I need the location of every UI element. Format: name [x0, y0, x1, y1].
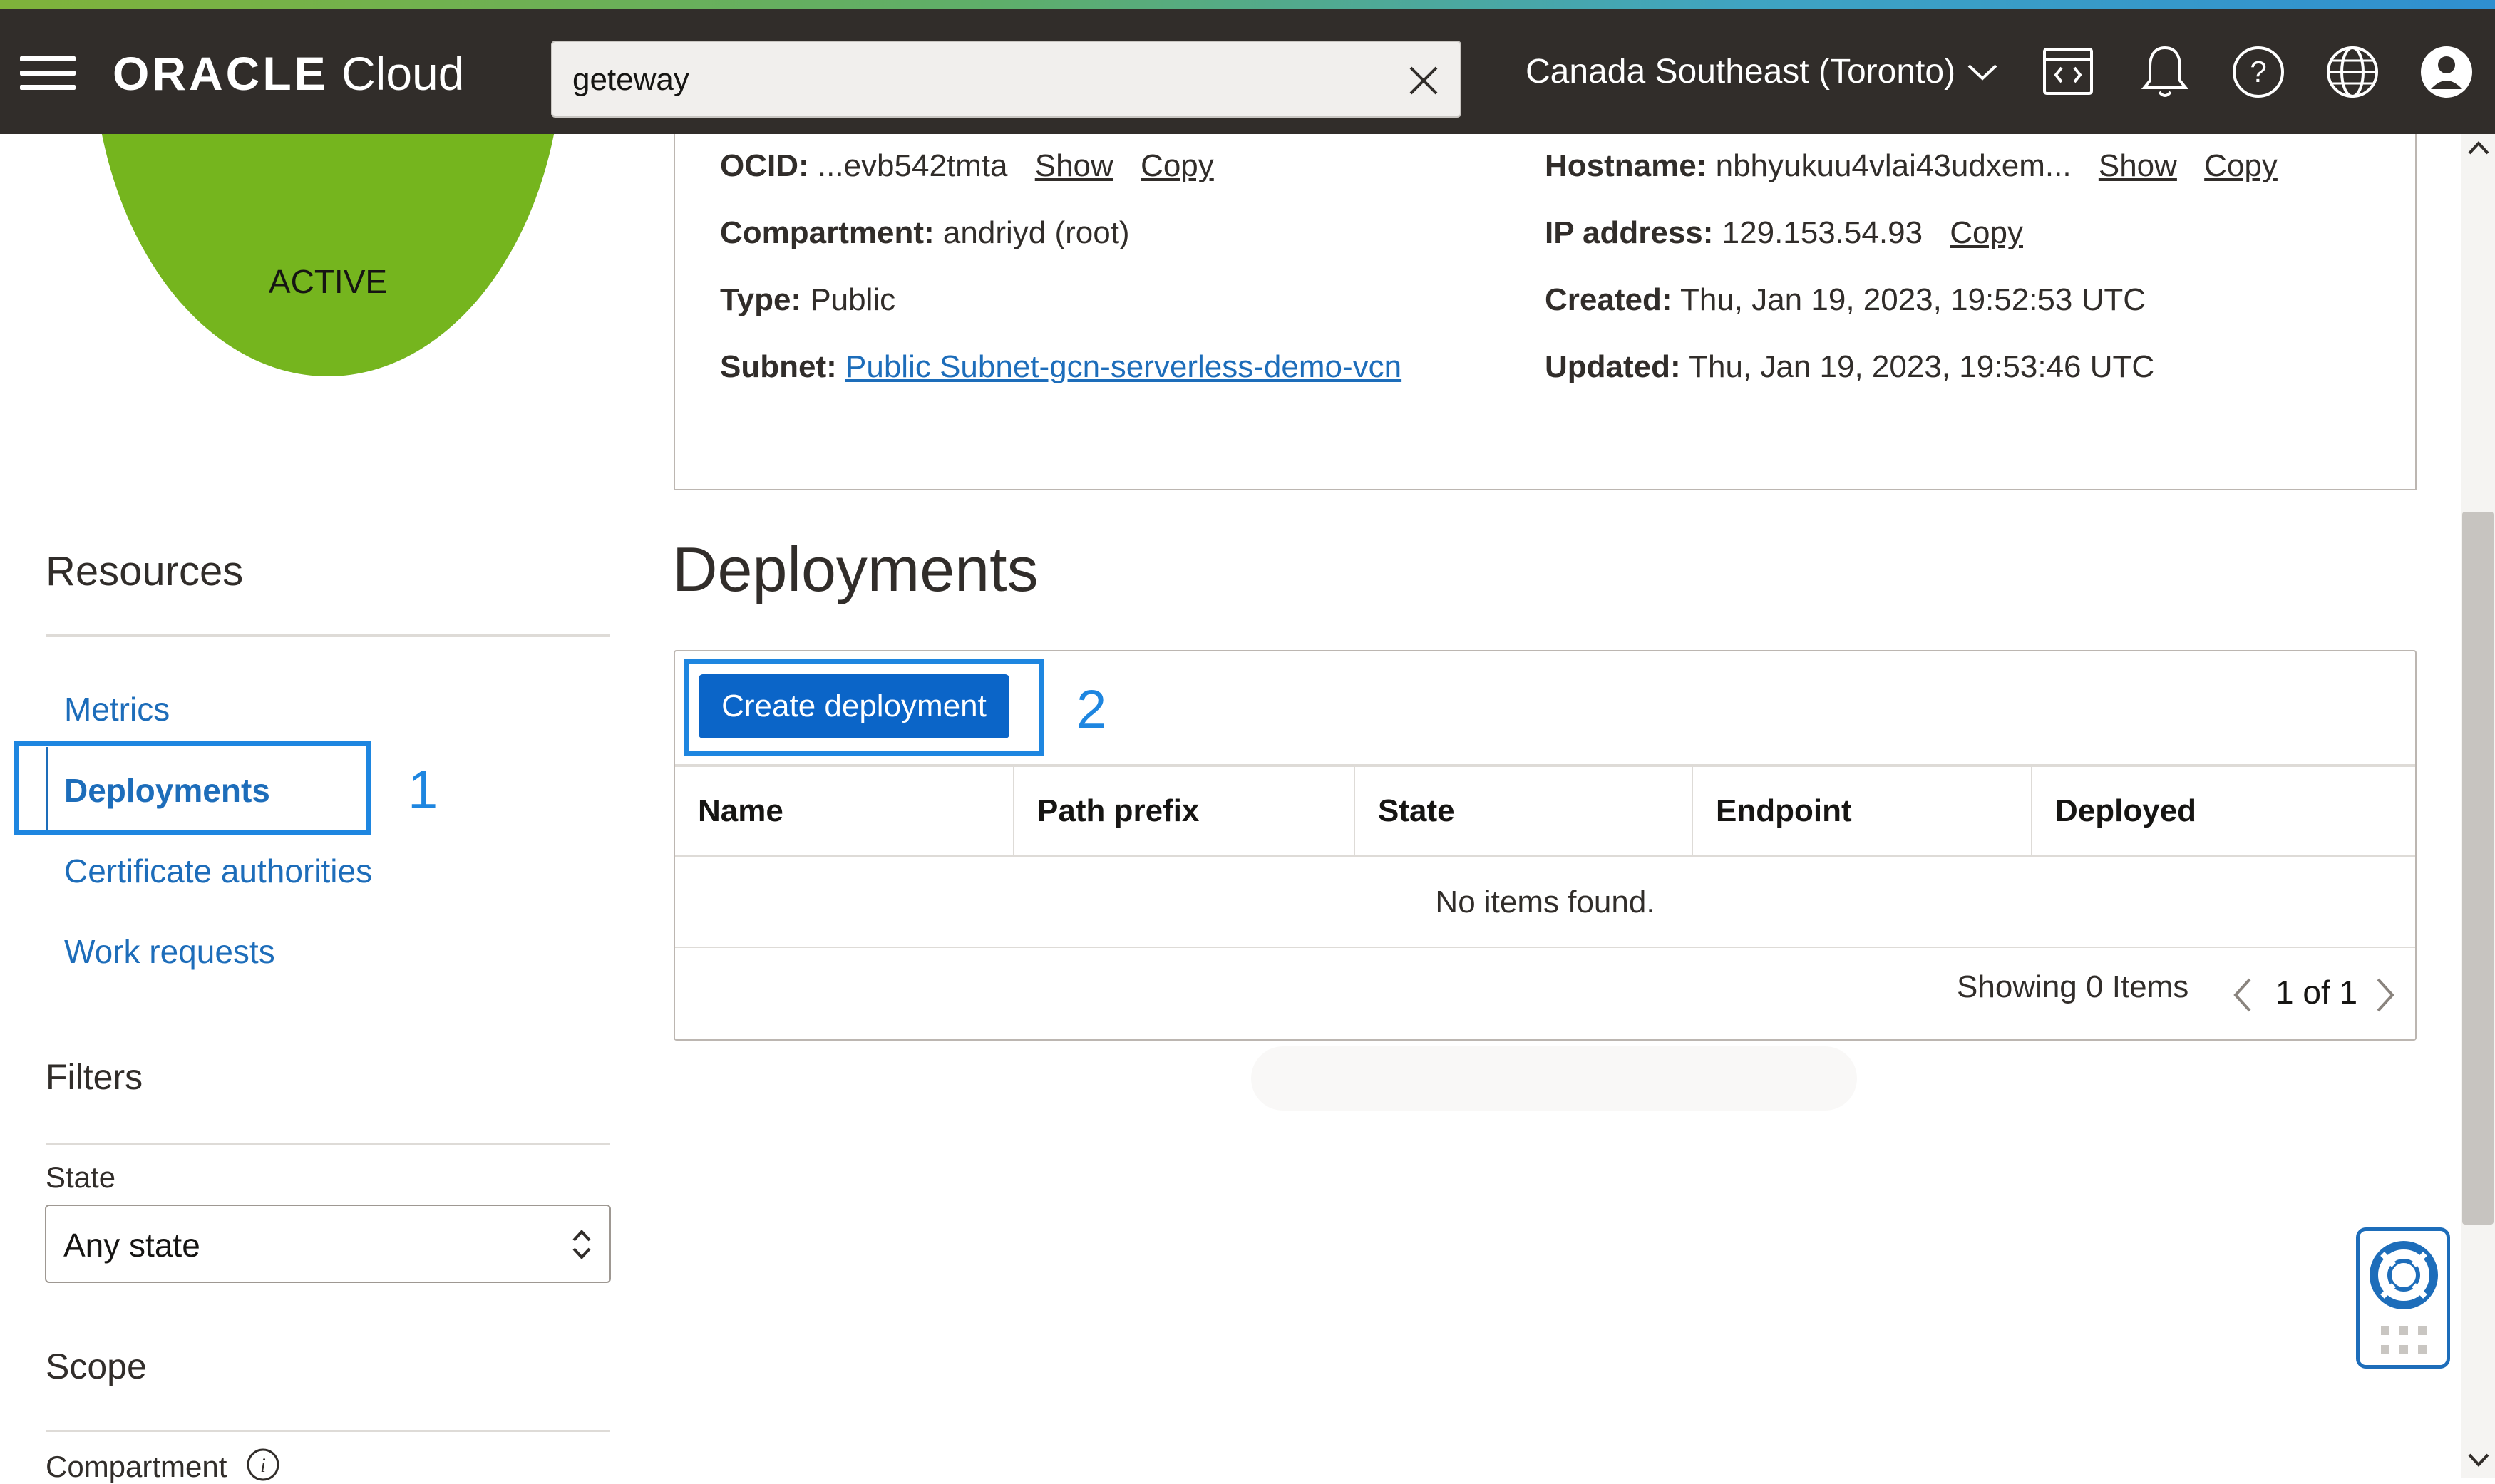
support-help-widget[interactable] [2356, 1227, 2450, 1369]
faint-placeholder-bar [1251, 1046, 1857, 1111]
pagination-summary: Showing 0 Items [1957, 969, 2189, 1004]
subnet-label: Subnet: [720, 349, 837, 384]
column-header-state[interactable]: State [1354, 767, 1692, 855]
created-label: Created: [1545, 282, 1672, 317]
scope-divider [46, 1430, 610, 1432]
next-page-icon[interactable] [2372, 975, 2398, 1015]
svg-text:i: i [260, 1455, 266, 1477]
status-label: ACTIVE [268, 263, 388, 300]
sidebar-item-certificate-authorities[interactable]: Certificate authorities [64, 852, 372, 890]
oracle-cloud-logo[interactable]: ORACLE Cloud [113, 46, 464, 101]
chevron-down-icon [1967, 64, 1997, 81]
compartment-label: Compartment: [720, 215, 935, 250]
ip-address-value: 129.153.54.93 [1722, 215, 1923, 250]
column-header-endpoint[interactable]: Endpoint [1692, 767, 2031, 855]
subnet-link[interactable]: Public Subnet-gcn-serverless-demo-vcn [845, 349, 1401, 384]
notifications-bell-icon[interactable] [2139, 42, 2191, 102]
annotation-box-step2 [684, 659, 1044, 756]
hostname-show-link[interactable]: Show [2099, 148, 2177, 183]
sidebar-item-work-requests[interactable]: Work requests [64, 932, 275, 971]
hostname-label: Hostname: [1545, 148, 1707, 183]
top-header: ORACLE Cloud Canada Southeast (Toronto) … [0, 9, 2495, 134]
ocid-copy-link[interactable]: Copy [1141, 148, 1214, 183]
previous-page-icon[interactable] [2230, 975, 2255, 1015]
ocid-label: OCID: [720, 148, 809, 183]
clear-search-icon[interactable] [1406, 63, 1441, 98]
info-icon[interactable]: i [245, 1447, 281, 1483]
ocid-show-link[interactable]: Show [1035, 148, 1113, 183]
annotation-number-1: 1 [408, 760, 438, 820]
subnet-row: Subnet: Public Subnet-gcn-serverless-dem… [720, 349, 1401, 385]
region-selector[interactable]: Canada Southeast (Toronto) [1526, 52, 1999, 91]
resources-heading: Resources [46, 548, 244, 594]
scroll-down-icon[interactable] [2466, 1450, 2491, 1469]
type-value: Public [810, 282, 896, 317]
hostname-copy-link[interactable]: Copy [2204, 148, 2278, 183]
state-filter-value: Any state [63, 1227, 200, 1264]
svg-text:?: ? [2250, 55, 2266, 88]
updated-value: Thu, Jan 19, 2023, 19:53:46 UTC [1689, 349, 2155, 384]
hostname-row: Hostname: nbhyukuu4vlai43udxem... Show C… [1545, 148, 2278, 184]
menu-icon[interactable] [20, 56, 76, 91]
deployments-table-header: Name Path prefix State Endpoint Deployed [675, 764, 2415, 857]
empty-table-message: No items found. [675, 857, 2415, 948]
status-indicator-circle [93, 134, 563, 376]
cloud-shell-icon[interactable] [2042, 45, 2094, 98]
logo-cloud-text: Cloud [341, 47, 465, 100]
updated-label: Updated: [1545, 349, 1681, 384]
compartment-row: Compartment: andriyd (root) [720, 215, 1130, 251]
brand-gradient-strip [0, 0, 2495, 9]
compartment-value: andriyd (root) [942, 215, 1130, 250]
logo-oracle-text: ORACLE [113, 47, 329, 100]
resources-divider [46, 634, 610, 637]
ip-address-row: IP address: 129.153.54.93 Copy [1545, 215, 2023, 251]
type-label: Type: [720, 282, 802, 317]
hostname-value: nbhyukuu4vlai43udxem... [1715, 148, 2072, 183]
lifebuoy-icon [2370, 1241, 2438, 1309]
drag-handle-icon[interactable] [2381, 1326, 2427, 1355]
ocid-row: OCID: ...evb542tmta Show Copy [720, 148, 1214, 184]
ip-copy-link[interactable]: Copy [1950, 215, 2023, 250]
region-label: Canada Southeast (Toronto) [1526, 53, 1956, 91]
language-globe-icon[interactable] [2325, 45, 2380, 99]
filters-divider [46, 1143, 610, 1145]
created-value: Thu, Jan 19, 2023, 19:52:53 UTC [1679, 282, 2146, 317]
ip-address-label: IP address: [1545, 215, 1714, 250]
page-indicator: 1 of 1 [2275, 974, 2358, 1011]
updated-row: Updated: Thu, Jan 19, 2023, 19:53:46 UTC [1545, 349, 2154, 385]
sidebar-item-metrics[interactable]: Metrics [64, 690, 170, 728]
deployments-title: Deployments [672, 534, 1039, 604]
ocid-value: ...evb542tmta [817, 148, 1008, 183]
type-row: Type: Public [720, 282, 895, 318]
scope-heading: Scope [46, 1346, 147, 1386]
compartment-filter-label: Compartment i [46, 1447, 281, 1484]
column-header-name[interactable]: Name [675, 767, 1013, 855]
search-box[interactable] [551, 41, 1461, 118]
scroll-up-icon[interactable] [2466, 139, 2491, 158]
help-icon[interactable]: ? [2231, 45, 2285, 99]
column-header-deployed[interactable]: Deployed [2031, 767, 2415, 855]
annotation-box-step1 [14, 741, 371, 835]
user-profile-icon[interactable] [2419, 45, 2474, 99]
search-input[interactable] [571, 58, 1358, 102]
state-filter-select[interactable]: Any state [45, 1205, 611, 1283]
annotation-number-2: 2 [1076, 679, 1107, 740]
state-filter-label: State [46, 1160, 116, 1194]
created-row: Created: Thu, Jan 19, 2023, 19:52:53 UTC [1545, 282, 2146, 318]
scrollbar-thumb[interactable] [2462, 512, 2494, 1225]
column-header-path-prefix[interactable]: Path prefix [1013, 767, 1354, 855]
filters-heading: Filters [46, 1057, 143, 1097]
select-updown-icon [572, 1230, 591, 1259]
